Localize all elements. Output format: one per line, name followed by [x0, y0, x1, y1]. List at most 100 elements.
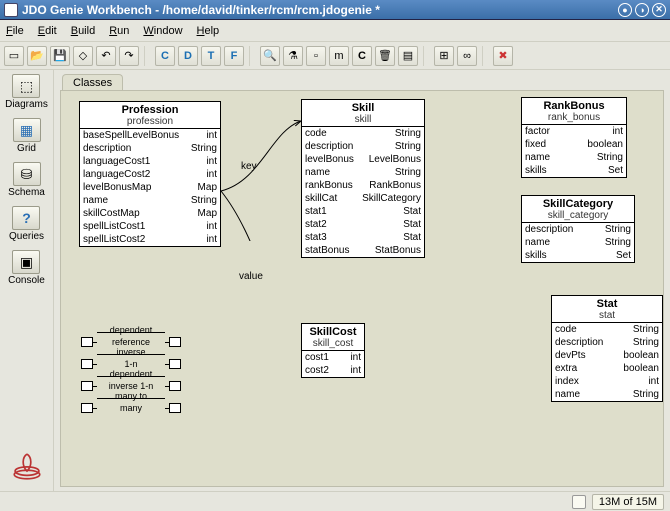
entity-field: stat3Stat: [302, 231, 424, 244]
edge-label-value: value: [239, 271, 263, 282]
sidebar-item-queries[interactable]: ? Queries: [9, 206, 44, 242]
tool-box-icon[interactable]: ▫: [306, 46, 326, 66]
tool-delete-icon[interactable]: ✖: [493, 46, 513, 66]
schema-icon: ⛁: [13, 162, 41, 186]
entity-field: skillsSet: [522, 249, 634, 262]
menu-build[interactable]: Build: [71, 25, 95, 37]
tool-funnel-icon[interactable]: ⚗: [283, 46, 303, 66]
entity-field: nameString: [522, 236, 634, 249]
entity-skillcategory[interactable]: SkillCategoryskill_category descriptionS…: [521, 195, 635, 263]
edge-label-key: key: [241, 161, 257, 172]
entity-field: codeString: [552, 323, 662, 336]
app-logo-icon: [10, 449, 44, 483]
entity-field: statBonusStatBonus: [302, 244, 424, 257]
entity-field: levelBonusMapMap: [80, 181, 220, 194]
entity-field: skillCatSkillCategory: [302, 192, 424, 205]
menubar: File Edit Build Run Window Help: [0, 20, 670, 42]
entity-field: factorint: [522, 125, 626, 138]
menu-window[interactable]: Window: [143, 25, 182, 37]
app-icon: [4, 3, 18, 17]
entity-field: stat2Stat: [302, 218, 424, 231]
menu-edit[interactable]: Edit: [38, 25, 57, 37]
tool-redo-icon[interactable]: ↷: [119, 46, 139, 66]
tool-new-icon[interactable]: ▭: [4, 46, 24, 66]
sidebar-item-console[interactable]: ▣ Console: [8, 250, 45, 286]
status-gc-icon[interactable]: [572, 495, 586, 509]
entity-profession[interactable]: Professionprofession baseSpellLevelBonus…: [79, 101, 221, 247]
tool-doc-icon[interactable]: ▤: [398, 46, 418, 66]
tool-link-icon[interactable]: ∞: [457, 46, 477, 66]
tool-undo-icon[interactable]: ↶: [96, 46, 116, 66]
entity-field: rankBonusRankBonus: [302, 179, 424, 192]
entity-field: descriptionString: [80, 142, 220, 155]
entity-field: descriptionString: [552, 336, 662, 349]
sidebar: ⬚ Diagrams ▦ Grid ⛁ Schema ? Queries ▣ C…: [0, 70, 54, 491]
sidebar-item-diagrams[interactable]: ⬚ Diagrams: [5, 74, 48, 110]
sidebar-label: Console: [8, 275, 45, 286]
sidebar-label: Schema: [8, 187, 45, 198]
entity-stat[interactable]: Statstat codeStringdescriptionStringdevP…: [551, 295, 663, 402]
entity-skill[interactable]: Skillskill codeStringdescriptionStringle…: [301, 99, 425, 258]
entity-skillcost[interactable]: SkillCostskill_cost cost1intcost2int: [301, 323, 365, 378]
tool-save-icon[interactable]: 💾: [50, 46, 70, 66]
close-icon[interactable]: ✕: [652, 3, 666, 17]
entity-field: levelBonusLevelBonus: [302, 153, 424, 166]
minimize-icon[interactable]: ●: [618, 3, 632, 17]
sidebar-label: Grid: [17, 143, 36, 154]
entity-rankbonus[interactable]: RankBonusrank_bonus factorintfixedboolea…: [521, 97, 627, 178]
menu-run[interactable]: Run: [109, 25, 129, 37]
tool-search-icon[interactable]: 🔍: [260, 46, 280, 66]
sidebar-label: Queries: [9, 231, 44, 242]
tool-f-icon[interactable]: F: [224, 46, 244, 66]
tool-diamond-icon[interactable]: ◇: [73, 46, 93, 66]
sidebar-label: Diagrams: [5, 99, 48, 110]
entity-field: nameString: [302, 166, 424, 179]
console-icon: ▣: [12, 250, 40, 274]
entity-field: stat1Stat: [302, 205, 424, 218]
entity-field: descriptionString: [522, 223, 634, 236]
entity-field: cost2int: [302, 364, 364, 377]
legend: dependentreferenceinverse1-ndependentinv…: [81, 331, 181, 419]
status-memory: 13M of 15M: [592, 494, 664, 510]
entity-field: nameString: [552, 388, 662, 401]
entity-field: nameString: [522, 151, 626, 164]
entity-field: baseSpellLevelBonusint: [80, 129, 220, 142]
tool-c-icon[interactable]: C: [155, 46, 175, 66]
tool-m-icon[interactable]: m: [329, 46, 349, 66]
entity-field: spellListCost2int: [80, 233, 220, 246]
entity-field: cost1int: [302, 351, 364, 364]
entity-field: languageCost2int: [80, 168, 220, 181]
entity-field: languageCost1int: [80, 155, 220, 168]
sidebar-item-grid[interactable]: ▦ Grid: [13, 118, 41, 154]
tool-t-icon[interactable]: T: [201, 46, 221, 66]
entity-field: skillsSet: [522, 164, 626, 177]
entity-field: skillCostMapMap: [80, 207, 220, 220]
tab-classes[interactable]: Classes: [62, 74, 123, 91]
toolbar: ▭ 📂 💾 ◇ ↶ ↷ C D T F 🔍 ⚗ ▫ m C 🗑 ▤ ⊞ ∞ ✖: [0, 42, 670, 70]
entity-field: extraboolean: [552, 362, 662, 375]
sidebar-item-schema[interactable]: ⛁ Schema: [8, 162, 45, 198]
statusbar: 13M of 15M: [0, 491, 670, 511]
content-area: Classes key value: [54, 70, 670, 491]
entity-field: fixedboolean: [522, 138, 626, 151]
entity-field: nameString: [80, 194, 220, 207]
menu-help[interactable]: Help: [197, 25, 220, 37]
menu-file[interactable]: File: [6, 25, 24, 37]
diagrams-icon: ⬚: [12, 74, 40, 98]
entity-field: indexint: [552, 375, 662, 388]
tool-trash-icon[interactable]: 🗑: [375, 46, 395, 66]
window-title: JDO Genie Workbench - /home/david/tinker…: [22, 3, 615, 17]
tool-d-icon[interactable]: D: [178, 46, 198, 66]
tool-open-icon[interactable]: 📂: [27, 46, 47, 66]
maximize-icon[interactable]: ◑: [635, 3, 649, 17]
tool-c2-icon[interactable]: C: [352, 46, 372, 66]
titlebar: JDO Genie Workbench - /home/david/tinker…: [0, 0, 670, 20]
diagram-canvas[interactable]: key value Professionprofession baseSpell…: [60, 90, 664, 487]
grid-icon: ▦: [13, 118, 41, 142]
entity-field: descriptionString: [302, 140, 424, 153]
queries-icon: ?: [12, 206, 40, 230]
entity-field: devPtsboolean: [552, 349, 662, 362]
legend-item: many tomany: [81, 397, 181, 419]
tool-grid-icon[interactable]: ⊞: [434, 46, 454, 66]
entity-field: codeString: [302, 127, 424, 140]
